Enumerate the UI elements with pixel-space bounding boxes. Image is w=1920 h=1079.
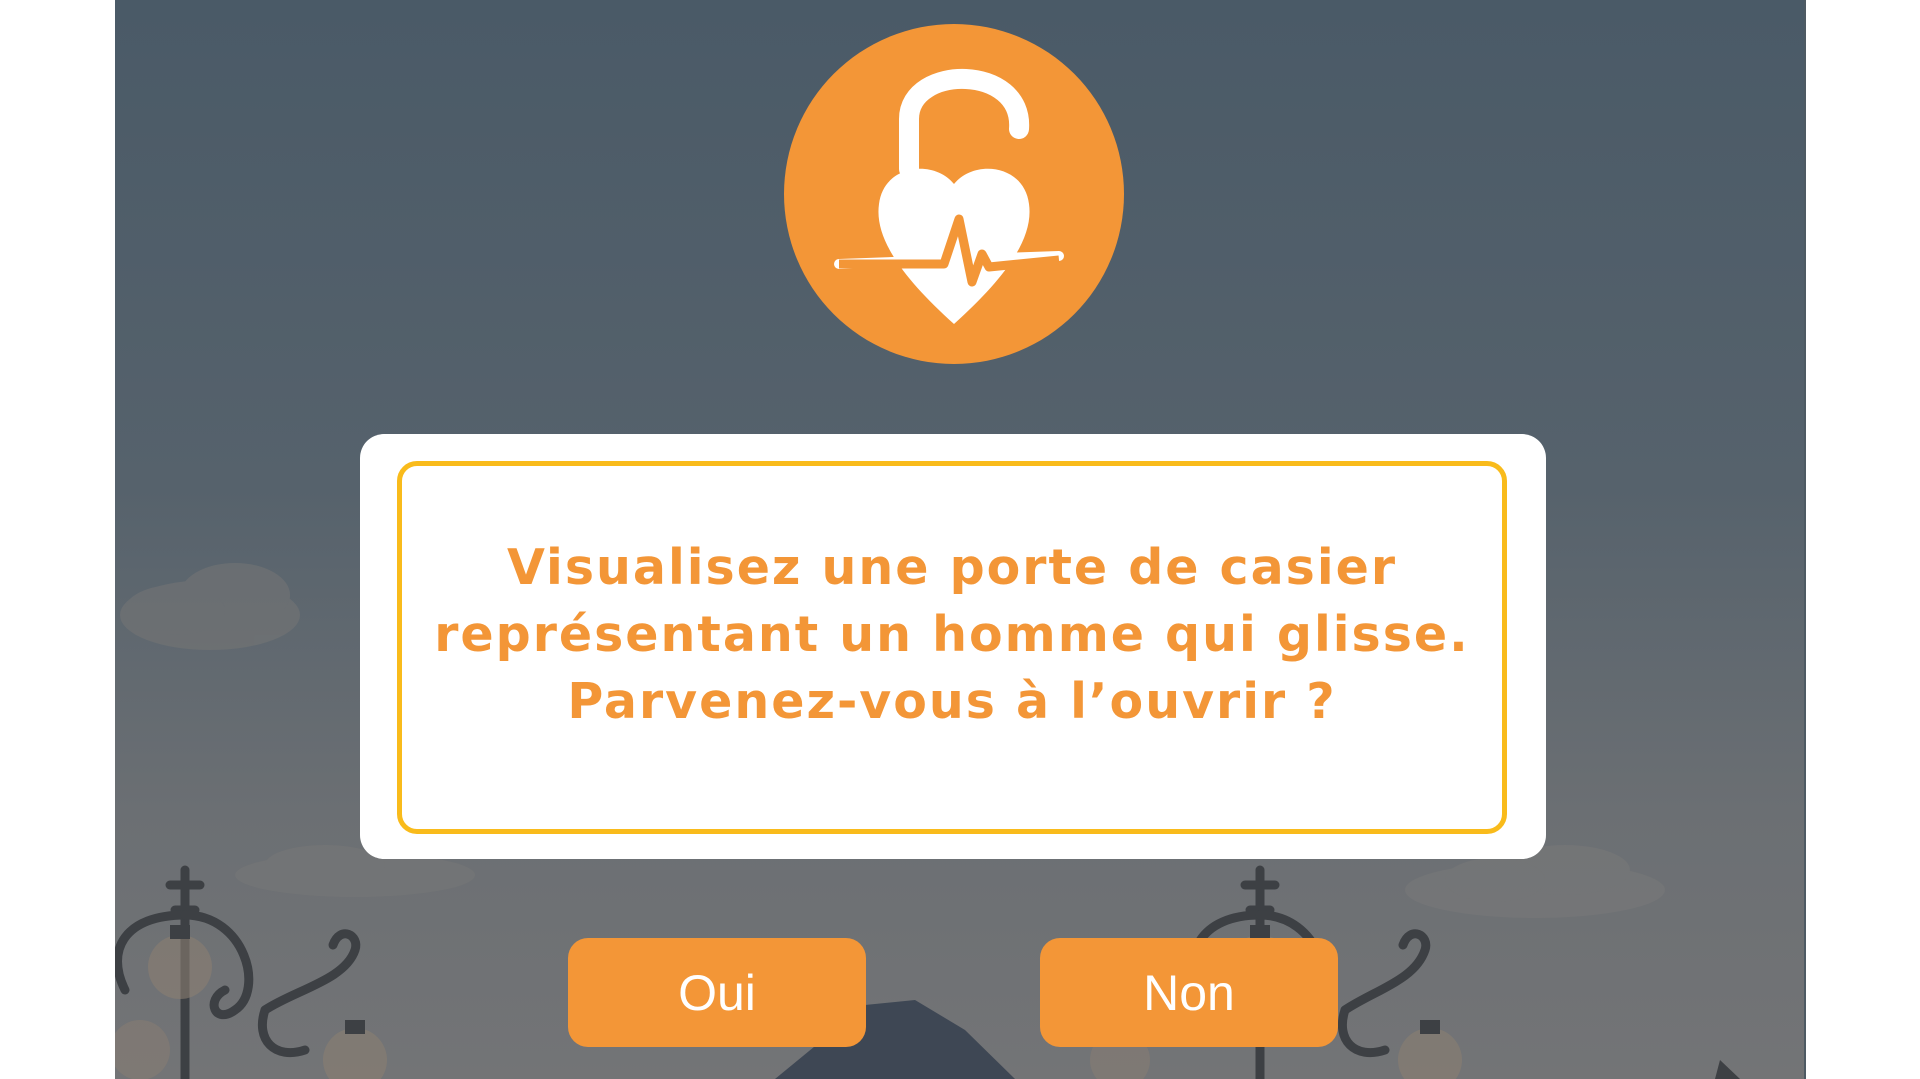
dialog-frame: Visualisez une porte de casier représent…	[397, 461, 1507, 834]
lamp-globes-left	[115, 925, 387, 1079]
ground-detail	[1715, 1060, 1740, 1079]
cloud-left	[120, 563, 300, 650]
dialog-message: Visualisez une porte de casier représent…	[434, 539, 1470, 730]
unlocked-heart-heartbeat-icon	[834, 69, 1064, 324]
no-button[interactable]: Non	[1040, 938, 1338, 1047]
logo-badge	[784, 24, 1124, 364]
question-dialog: Visualisez une porte de casier représent…	[360, 434, 1546, 859]
yes-button[interactable]: Oui	[568, 938, 866, 1047]
game-scene: Visualisez une porte de casier représent…	[115, 0, 1806, 1079]
